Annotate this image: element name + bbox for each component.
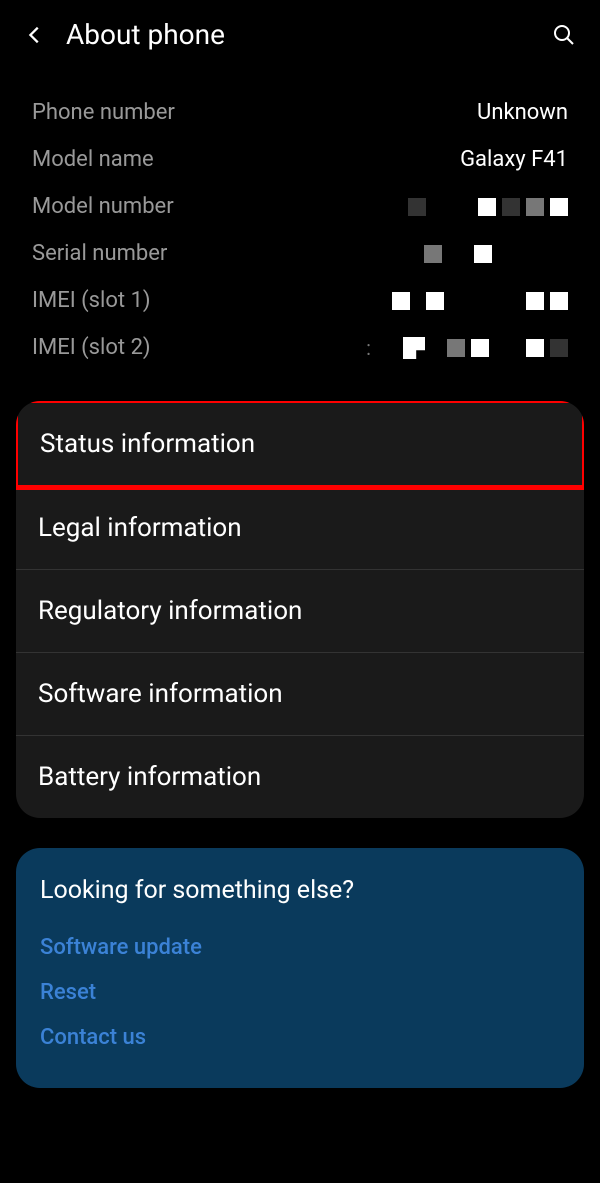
model-number-redacted [408, 198, 568, 216]
imei2-row: IMEI (slot 2) : [32, 324, 568, 371]
imei1-row: IMEI (slot 1) [32, 277, 568, 324]
serial-number-label: Serial number [32, 241, 167, 266]
model-name-value: Galaxy F41 [460, 147, 568, 172]
model-name-label: Model name [32, 147, 154, 172]
back-icon[interactable] [24, 24, 46, 46]
regulatory-information-item[interactable]: Regulatory information [16, 570, 584, 653]
legal-information-item[interactable]: Legal information [16, 487, 584, 570]
imei1-label: IMEI (slot 1) [32, 288, 151, 313]
phone-number-label: Phone number [32, 100, 175, 125]
phone-number-value: Unknown [477, 100, 568, 125]
imei2-label: IMEI (slot 2) [32, 335, 151, 360]
page-title: About phone [66, 18, 532, 51]
model-name-row: Model name Galaxy F41 [32, 136, 568, 183]
phone-number-row: Phone number Unknown [32, 89, 568, 136]
device-info-section: Phone number Unknown Model name Galaxy F… [0, 89, 600, 371]
model-number-row: Model number [32, 183, 568, 230]
suggestions-card: Looking for something else? Software upd… [16, 848, 584, 1088]
suggestions-title: Looking for something else? [40, 876, 560, 905]
model-number-label: Model number [32, 194, 174, 219]
serial-number-row: Serial number [32, 230, 568, 277]
software-information-item[interactable]: Software information [16, 653, 584, 736]
contact-us-link[interactable]: Contact us [40, 1015, 560, 1060]
search-icon[interactable] [552, 23, 576, 47]
reset-link[interactable]: Reset [40, 970, 560, 1015]
imei1-redacted [392, 292, 568, 310]
header: About phone [0, 0, 600, 69]
information-menu-card: Status information Legal information Reg… [16, 401, 584, 818]
status-information-item[interactable]: Status information [16, 401, 584, 490]
serial-number-redacted [424, 245, 568, 263]
software-update-link[interactable]: Software update [40, 925, 560, 970]
imei2-redacted: : [366, 336, 568, 360]
battery-information-item[interactable]: Battery information [16, 736, 584, 818]
